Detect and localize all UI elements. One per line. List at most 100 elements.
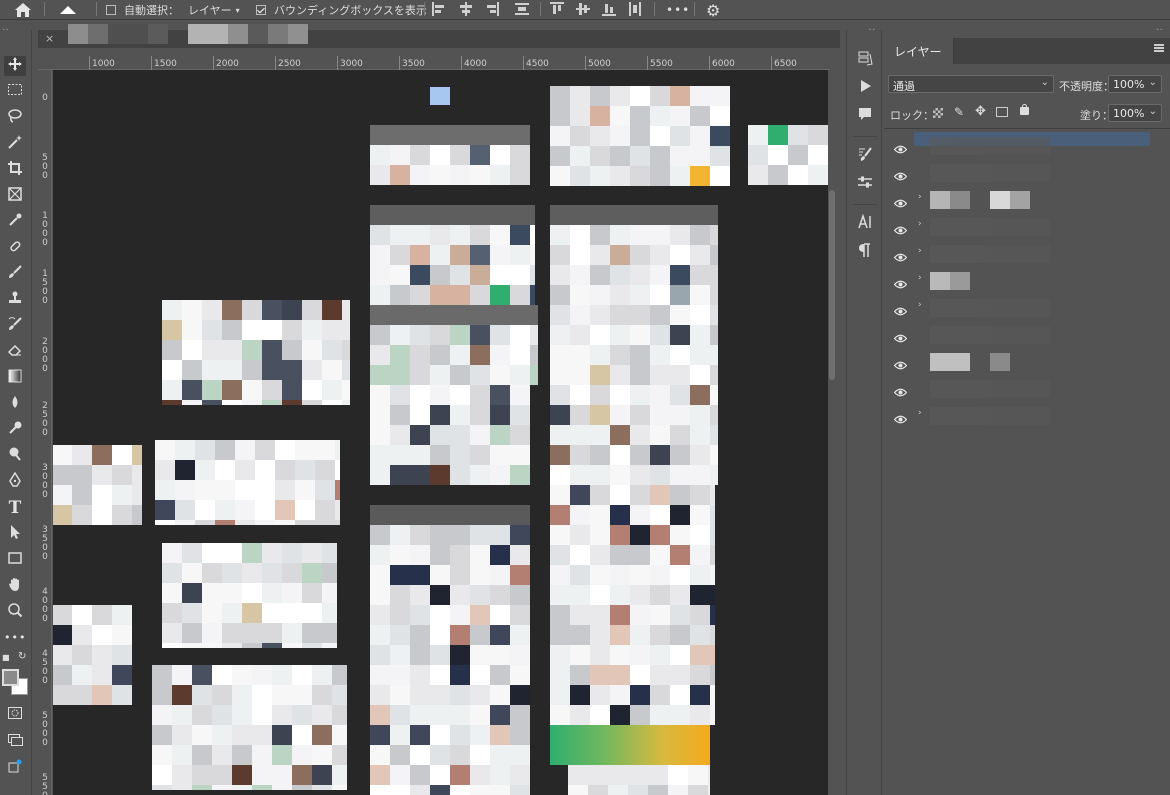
pen-tool-icon[interactable]	[4, 471, 26, 492]
layer-row[interactable]	[884, 159, 1154, 186]
gear-icon[interactable]: ⚙	[706, 0, 720, 20]
layer-row[interactable]: ›	[884, 240, 1154, 267]
move-tool-preset-icon[interactable]	[58, 0, 88, 20]
document-canvas[interactable]	[53, 70, 828, 795]
zoom-tool-icon[interactable]	[4, 602, 26, 622]
play-actions-icon[interactable]	[855, 78, 875, 98]
layer-row[interactable]	[884, 321, 1154, 348]
auto-select-checkbox[interactable]: 自動選択：	[106, 0, 179, 20]
gradient-tool-icon[interactable]	[4, 368, 26, 388]
align-top-icon[interactable]	[550, 2, 564, 16]
document-tab[interactable]	[68, 24, 338, 46]
align-bottom-icon[interactable]	[602, 2, 616, 16]
layer-row[interactable]	[884, 375, 1154, 402]
comments-icon[interactable]	[855, 106, 875, 126]
paragraph-panel-icon[interactable]	[855, 242, 875, 262]
default-colors-icon[interactable]: ■	[2, 653, 10, 662]
magic-wand-tool-icon[interactable]	[4, 134, 26, 154]
visibility-eye-icon[interactable]	[893, 166, 908, 181]
brush-settings-icon[interactable]	[855, 146, 875, 166]
auto-select-check-icon[interactable]	[106, 5, 116, 15]
layer-row[interactable]: ›	[884, 186, 1154, 213]
distribute-horizontal-icon[interactable]	[628, 2, 642, 16]
mosaic-cell	[322, 320, 342, 340]
hand-tool-icon[interactable]	[4, 576, 26, 596]
blur-tool-icon[interactable]	[4, 394, 26, 414]
crop-tool-icon[interactable]	[4, 160, 26, 180]
marquee-tool-icon[interactable]	[4, 82, 26, 102]
mosaic-cell	[530, 225, 535, 245]
path-selection-tool-icon[interactable]	[4, 524, 26, 544]
blend-mode-dropdown[interactable]: 通過 ⌄	[888, 75, 1054, 93]
tab-layers[interactable]: レイヤー	[884, 38, 954, 64]
panel-menu-icon[interactable]	[1154, 44, 1164, 52]
dodge-tool-icon[interactable]	[4, 420, 26, 440]
visibility-eye-icon[interactable]	[893, 409, 908, 424]
visibility-eye-icon[interactable]	[893, 193, 908, 208]
healing-brush-tool-icon[interactable]	[4, 238, 26, 258]
align-left-icon[interactable]	[432, 2, 446, 16]
canvas-vertical-scrollbar[interactable]	[829, 190, 835, 380]
home-icon[interactable]	[14, 0, 32, 20]
layer-row[interactable]: ›	[884, 294, 1154, 321]
layer-select-dropdown[interactable]: レイヤー ▾	[188, 0, 240, 20]
share-icon[interactable]	[4, 758, 26, 778]
expand-group-chevron-icon[interactable]: ›	[918, 192, 922, 202]
lasso-tool-icon[interactable]	[4, 108, 26, 128]
frame-tool-icon[interactable]	[4, 186, 26, 206]
bounding-box-check-icon[interactable]	[256, 5, 266, 15]
visibility-eye-icon[interactable]	[893, 247, 908, 262]
visibility-eye-icon[interactable]	[893, 301, 908, 316]
eraser-tool-icon[interactable]	[4, 342, 26, 362]
mosaic-cell	[630, 385, 650, 405]
expand-group-chevron-icon[interactable]: ›	[918, 219, 922, 229]
expand-group-chevron-icon[interactable]: ›	[918, 408, 922, 418]
align-right-icon[interactable]	[485, 2, 499, 16]
character-panel-icon[interactable]	[855, 213, 875, 234]
eyedropper-tool-icon[interactable]	[4, 212, 26, 232]
visibility-eye-icon[interactable]	[893, 355, 908, 370]
distribute-vertical-icon[interactable]	[515, 2, 529, 16]
layer-row[interactable]	[884, 348, 1154, 375]
move-tool-icon[interactable]	[4, 56, 26, 76]
align-middle-vertical-icon[interactable]	[576, 2, 590, 16]
clone-stamp-tool-icon[interactable]	[4, 290, 26, 310]
expand-group-chevron-icon[interactable]: ›	[918, 300, 922, 310]
screen-mode-icon[interactable]	[4, 732, 26, 752]
visibility-eye-icon[interactable]	[893, 274, 908, 289]
mosaic-cell	[282, 583, 302, 603]
visibility-eye-icon[interactable]	[893, 139, 908, 154]
lock-artboard-icon[interactable]	[996, 107, 1008, 117]
lock-position-icon[interactable]: ✥	[975, 104, 986, 119]
rectangle-tool-icon[interactable]	[4, 550, 26, 570]
history-panel-icon[interactable]	[855, 50, 875, 70]
expand-group-chevron-icon[interactable]: ›	[918, 246, 922, 256]
expand-group-chevron-icon[interactable]: ›	[918, 273, 922, 283]
close-tab-icon[interactable]: ×	[45, 32, 54, 45]
show-bounding-box-checkbox[interactable]: バウンディングボックスを表示	[256, 0, 427, 20]
adjustments-icon[interactable]	[855, 174, 875, 194]
layer-row[interactable]	[884, 132, 1154, 159]
swap-colors-icon[interactable]: ↻	[18, 651, 26, 662]
quick-mask-icon[interactable]	[4, 706, 26, 726]
zoom-loupe-tool-icon[interactable]	[4, 446, 26, 466]
lock-transparent-pixels-icon[interactable]	[933, 108, 943, 118]
history-brush-tool-icon[interactable]	[4, 316, 26, 336]
visibility-eye-icon[interactable]	[893, 328, 908, 343]
layer-row[interactable]: ›	[884, 267, 1154, 294]
foreground-color-swatch[interactable]	[2, 669, 19, 686]
align-center-horizontal-icon[interactable]	[459, 2, 473, 16]
lock-image-pixels-icon[interactable]: ✎	[954, 105, 964, 119]
visibility-eye-icon[interactable]	[893, 220, 908, 235]
opacity-field[interactable]: 100% ⌄	[1108, 75, 1162, 93]
visibility-eye-icon[interactable]	[893, 382, 908, 397]
fill-field[interactable]: 100% ⌄	[1108, 104, 1162, 122]
type-tool-icon[interactable]: T	[4, 498, 26, 518]
brush-tool-icon[interactable]	[4, 264, 26, 284]
edit-toolbar-button[interactable]: •••	[4, 628, 26, 648]
layer-row[interactable]: ›	[884, 402, 1154, 429]
layer-row[interactable]: ›	[884, 213, 1154, 240]
mosaic-cell	[315, 460, 335, 480]
panel-icon-strip	[846, 30, 882, 795]
more-options-button[interactable]: •••	[666, 0, 690, 20]
